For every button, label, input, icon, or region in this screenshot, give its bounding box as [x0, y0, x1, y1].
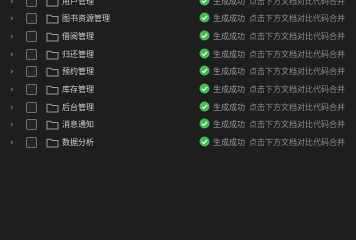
tree-row-returns[interactable]: › 归还管理 生成成功 点击下方文档 对比代码合并 [0, 46, 356, 64]
module-name: 库存管理 [62, 85, 94, 94]
folder-icon [46, 138, 59, 148]
chevron-right-icon[interactable]: › [10, 85, 18, 95]
view-doc-hint[interactable]: 点击下方文档 [249, 12, 297, 25]
module-name: 用户管理 [62, 0, 94, 6]
folder-icon [46, 50, 59, 60]
module-name: 归还管理 [62, 50, 94, 59]
chevron-right-icon[interactable]: › [10, 14, 18, 24]
row-checkbox[interactable] [26, 66, 37, 77]
compare-merge-link[interactable]: 对比代码合并 [297, 48, 345, 61]
folder-icon [46, 103, 59, 113]
view-doc-hint[interactable]: 点击下方文档 [249, 118, 297, 131]
view-doc-hint[interactable]: 点击下方文档 [249, 30, 297, 43]
module-name: 后台管理 [62, 103, 94, 112]
status-text: 生成成功 [213, 138, 245, 147]
check-circle-icon [199, 101, 210, 112]
check-circle-icon [199, 12, 210, 23]
tree-row-inventory[interactable]: › 库存管理 生成成功 点击下方文档 对比代码合并 [0, 81, 356, 99]
compare-merge-link[interactable]: 对比代码合并 [297, 12, 345, 25]
folder-icon [46, 120, 59, 130]
folder-icon [46, 32, 59, 42]
chevron-right-icon[interactable]: › [10, 138, 18, 148]
view-doc-hint[interactable]: 点击下方文档 [249, 48, 297, 61]
tree-row-reservations[interactable]: › 预约管理 生成成功 点击下方文档 对比代码合并 [0, 63, 356, 81]
row-checkbox[interactable] [26, 137, 37, 148]
chevron-right-icon[interactable]: › [10, 67, 18, 77]
tree-row-notifications[interactable]: › 消息通知 生成成功 点击下方文档 对比代码合并 [0, 116, 356, 134]
row-checkbox[interactable] [26, 31, 37, 42]
view-doc-hint[interactable]: 点击下方文档 [249, 83, 297, 96]
status-text: 生成成功 [213, 32, 245, 41]
folder-icon [46, 14, 59, 24]
status-text: 生成成功 [213, 103, 245, 112]
folder-icon [46, 0, 59, 7]
check-circle-icon [199, 83, 210, 94]
check-circle-icon [199, 30, 210, 41]
view-doc-hint[interactable]: 点击下方文档 [249, 101, 297, 114]
row-checkbox[interactable] [26, 49, 37, 60]
check-circle-icon [199, 48, 210, 59]
compare-merge-link[interactable]: 对比代码合并 [297, 101, 345, 114]
compare-merge-link[interactable]: 对比代码合并 [297, 83, 345, 96]
compare-merge-link[interactable]: 对比代码合并 [297, 65, 345, 78]
tree-row-borrowing[interactable]: › 借阅管理 生成成功 点击下方文档 对比代码合并 [0, 28, 356, 46]
chevron-right-icon[interactable]: › [10, 50, 18, 60]
tree-row-data-analysis[interactable]: › 数据分析 生成成功 点击下方文档 对比代码合并 [0, 134, 356, 152]
module-name: 借阅管理 [62, 32, 94, 41]
check-circle-icon [199, 136, 210, 147]
row-checkbox[interactable] [26, 13, 37, 24]
status-text: 生成成功 [213, 67, 245, 76]
status-text: 生成成功 [213, 14, 245, 23]
module-name: 消息通知 [62, 120, 94, 129]
module-name: 数据分析 [62, 138, 94, 147]
module-name: 图书资源管理 [62, 14, 110, 23]
status-text: 生成成功 [213, 120, 245, 129]
status-text: 生成成功 [213, 50, 245, 59]
view-doc-hint[interactable]: 点击下方文档 [249, 0, 297, 8]
compare-merge-link[interactable]: 对比代码合并 [297, 0, 345, 8]
row-checkbox[interactable] [26, 84, 37, 95]
compare-merge-link[interactable]: 对比代码合并 [297, 136, 345, 149]
module-name: 预约管理 [62, 67, 94, 76]
folder-icon [46, 67, 59, 77]
folder-icon [46, 85, 59, 95]
status-text: 生成成功 [213, 85, 245, 94]
tree-row-admin[interactable]: › 后台管理 生成成功 点击下方文档 对比代码合并 [0, 99, 356, 117]
check-circle-icon [199, 0, 210, 6]
compare-merge-link[interactable]: 对比代码合并 [297, 30, 345, 43]
status-text: 生成成功 [213, 0, 245, 6]
row-checkbox[interactable] [26, 102, 37, 113]
chevron-right-icon[interactable]: › [10, 32, 18, 42]
chevron-right-icon[interactable]: › [10, 0, 18, 7]
check-circle-icon [199, 118, 210, 129]
row-checkbox[interactable] [26, 0, 37, 7]
check-circle-icon [199, 65, 210, 76]
view-doc-hint[interactable]: 点击下方文档 [249, 136, 297, 149]
compare-merge-link[interactable]: 对比代码合并 [297, 118, 345, 131]
chevron-right-icon[interactable]: › [10, 120, 18, 130]
row-checkbox[interactable] [26, 119, 37, 130]
chevron-right-icon[interactable]: › [10, 103, 18, 113]
tree-row-book-resources[interactable]: › 图书资源管理 生成成功 点击下方文档 对比代码合并 [0, 10, 356, 28]
module-tree: › 用户管理 生成成功 点击下方文档 对比代码合并 › 图书资源管理 生成成功 … [0, 0, 356, 200]
view-doc-hint[interactable]: 点击下方文档 [249, 65, 297, 78]
